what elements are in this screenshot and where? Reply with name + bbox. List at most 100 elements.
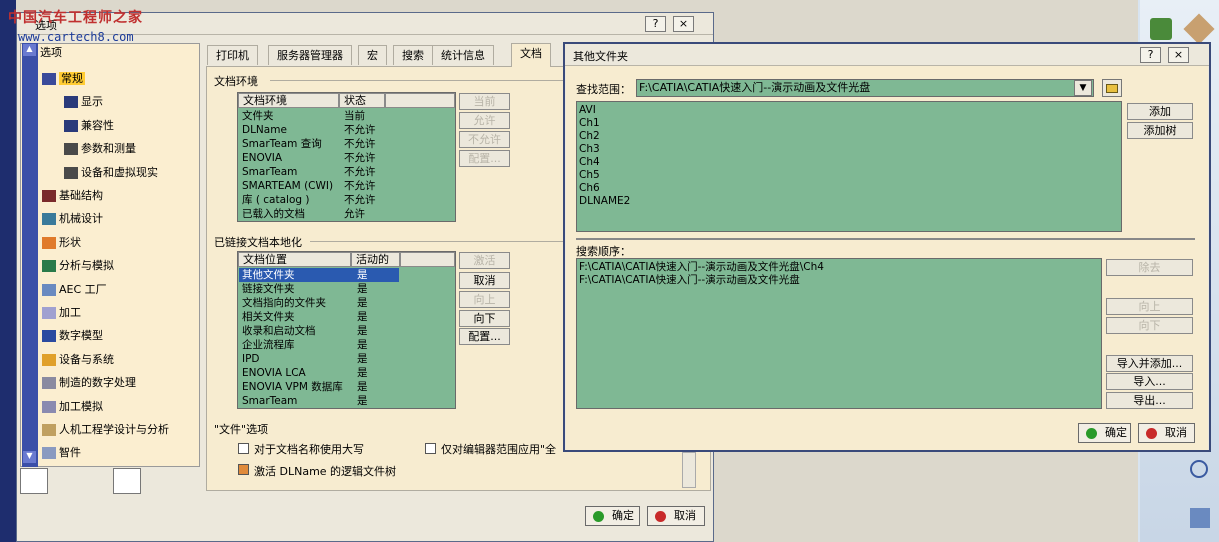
linked-active[interactable]: 是 <box>357 352 368 366</box>
other-ok-button[interactable]: 确定 <box>1078 423 1131 443</box>
tree-item[interactable]: 数字模型 <box>42 327 103 345</box>
toolbar-icon-4[interactable] <box>1190 508 1210 528</box>
add-button[interactable]: 添加 <box>1127 103 1193 120</box>
toolbar-icon-3[interactable] <box>1190 460 1208 478</box>
doc-env-btn-1[interactable]: 允许 <box>459 112 510 129</box>
move-up-button[interactable]: 向上 <box>1106 298 1193 315</box>
tree-root-item[interactable]: 选项 <box>40 44 62 62</box>
doc-env-name[interactable]: 文件夹 <box>242 109 274 123</box>
linked-active[interactable]: 是 <box>357 282 368 296</box>
linked-btn-2[interactable]: 向上 <box>459 291 510 308</box>
linked-name[interactable]: IPD <box>242 352 260 366</box>
search-order-item[interactable]: F:\CATIA\CATIA快速入门--演示动画及文件光盘 <box>579 273 800 287</box>
lookin-dropdown-icon[interactable]: ▼ <box>1074 80 1092 96</box>
tree-item[interactable]: 智件 <box>42 444 81 462</box>
linked-btn-0[interactable]: 激活 <box>459 252 510 269</box>
linked-name[interactable]: ENOVIA LCA <box>242 366 306 380</box>
tree-item[interactable]: 兼容性 <box>64 117 114 135</box>
panel-scrollbar[interactable] <box>682 452 696 488</box>
options-ok-button[interactable]: 确定 <box>585 506 640 526</box>
folder-item[interactable]: Ch6 <box>579 181 600 195</box>
other-help-button[interactable]: ? <box>1140 47 1161 63</box>
linked-name[interactable]: SmarTeam <box>242 394 297 408</box>
remove-button[interactable]: 除去 <box>1106 259 1193 276</box>
tree-item[interactable]: 显示 <box>64 93 103 111</box>
linked-active[interactable]: 是 <box>357 324 368 338</box>
dlname-checkbox[interactable] <box>238 464 249 475</box>
linked-btn-4[interactable]: 配置... <box>459 328 510 345</box>
tree-item[interactable]: 机械设计 <box>42 210 103 228</box>
doc-env-name[interactable]: SmarTeam <box>242 165 297 179</box>
tree-item[interactable]: 加工 <box>42 304 81 322</box>
tree-item[interactable]: 设备与系统 <box>42 351 114 369</box>
linked-btn-1[interactable]: 取消 <box>459 272 510 289</box>
tab-1[interactable]: 服务器管理器 <box>268 45 352 65</box>
tree-item[interactable]: 设备和虚拟现实 <box>64 164 158 182</box>
linked-name[interactable]: 企业流程库 <box>242 338 295 352</box>
other-cancel-button[interactable]: 取消 <box>1138 423 1195 443</box>
folder-item[interactable]: Ch3 <box>579 142 600 156</box>
doc-env-status[interactable]: 不允许 <box>344 193 376 207</box>
linked-active[interactable]: 是 <box>357 380 368 394</box>
tab-4[interactable]: 统计信息 <box>432 45 494 65</box>
import-button[interactable]: 导入... <box>1106 373 1193 390</box>
doc-env-status[interactable]: 不允许 <box>344 179 376 193</box>
linked-name[interactable]: 文档指向的文件夹 <box>242 296 326 310</box>
tree-item[interactable]: AEC 工厂 <box>42 281 107 299</box>
linked-btn-3[interactable]: 向下 <box>459 310 510 327</box>
editor-scope-checkbox[interactable] <box>425 443 436 454</box>
linked-name[interactable]: 收录和启动文档 <box>242 324 316 338</box>
tree-item[interactable]: 常规 <box>42 70 85 88</box>
search-order-item[interactable]: F:\CATIA\CATIA快速入门--演示动画及文件光盘\Ch4 <box>579 260 824 274</box>
tree-item[interactable]: 人机工程学设计与分析 <box>42 421 169 439</box>
tab-0[interactable]: 打印机 <box>207 45 258 65</box>
tree-expand-icon[interactable] <box>20 468 48 494</box>
folder-up-icon[interactable] <box>1102 79 1122 97</box>
doc-env-name[interactable]: 库 ( catalog ) <box>242 193 309 207</box>
help-button[interactable]: ? <box>645 16 666 32</box>
export-button[interactable]: 导出... <box>1106 392 1193 409</box>
toolbar-icon-1[interactable] <box>1150 18 1172 40</box>
doc-env-name[interactable]: 已载入的文档 <box>242 207 305 221</box>
folder-item[interactable]: DLNAME2 <box>579 194 630 208</box>
tree-scrollbar[interactable]: ▲ ▼ <box>22 43 38 467</box>
other-close-button[interactable]: × <box>1168 47 1189 63</box>
folder-item[interactable]: Ch4 <box>579 155 600 169</box>
tab-5[interactable]: 文档 <box>511 43 551 67</box>
linked-active[interactable]: 是 <box>357 296 368 310</box>
lookin-combobox[interactable]: F:\CATIA\CATIA快速入门--演示动画及文件光盘 <box>636 79 1094 97</box>
tab-2[interactable]: 宏 <box>358 45 387 65</box>
doc-env-status[interactable]: 不允许 <box>344 151 376 165</box>
add-tree-button[interactable]: 添加树 <box>1127 122 1193 139</box>
tree-item[interactable]: 制造的数字处理 <box>42 374 136 392</box>
folder-item[interactable]: Ch5 <box>579 168 600 182</box>
linked-active[interactable]: 是 <box>357 310 368 324</box>
doc-env-name[interactable]: SMARTEAM (CWI) <box>242 179 333 193</box>
tree-item[interactable]: 形状 <box>42 234 81 252</box>
import-add-button[interactable]: 导入并添加... <box>1106 355 1193 372</box>
tree-item[interactable]: 基础结构 <box>42 187 103 205</box>
scroll-down-icon[interactable]: ▼ <box>23 451 36 463</box>
tree-collapse-icon[interactable] <box>113 468 141 494</box>
doc-env-btn-0[interactable]: 当前 <box>459 93 510 110</box>
move-down-button[interactable]: 向下 <box>1106 317 1193 334</box>
doc-env-status[interactable]: 不允许 <box>344 137 376 151</box>
folder-list[interactable] <box>576 101 1122 232</box>
doc-env-btn-2[interactable]: 不允许 <box>459 131 510 148</box>
linked-name[interactable]: 其他文件夹 <box>242 268 295 282</box>
doc-env-name[interactable]: ENOVIA <box>242 151 282 165</box>
uppercase-checkbox[interactable] <box>238 443 249 454</box>
doc-env-status[interactable]: 不允许 <box>344 165 376 179</box>
tree-item[interactable]: 分析与模拟 <box>42 257 114 275</box>
linked-name[interactable]: 链接文件夹 <box>242 282 295 296</box>
doc-env-name[interactable]: SmarTeam 查询 <box>242 137 322 151</box>
linked-active[interactable]: 是 <box>357 268 368 282</box>
doc-env-status[interactable]: 允许 <box>344 207 365 221</box>
doc-env-btn-3[interactable]: 配置... <box>459 150 510 167</box>
doc-env-status[interactable]: 不允许 <box>344 123 376 137</box>
linked-active[interactable]: 是 <box>357 366 368 380</box>
linked-active[interactable]: 是 <box>357 394 368 408</box>
doc-env-status[interactable]: 当前 <box>344 109 365 123</box>
options-cancel-button[interactable]: 取消 <box>647 506 705 526</box>
linked-name[interactable]: 相关文件夹 <box>242 310 295 324</box>
